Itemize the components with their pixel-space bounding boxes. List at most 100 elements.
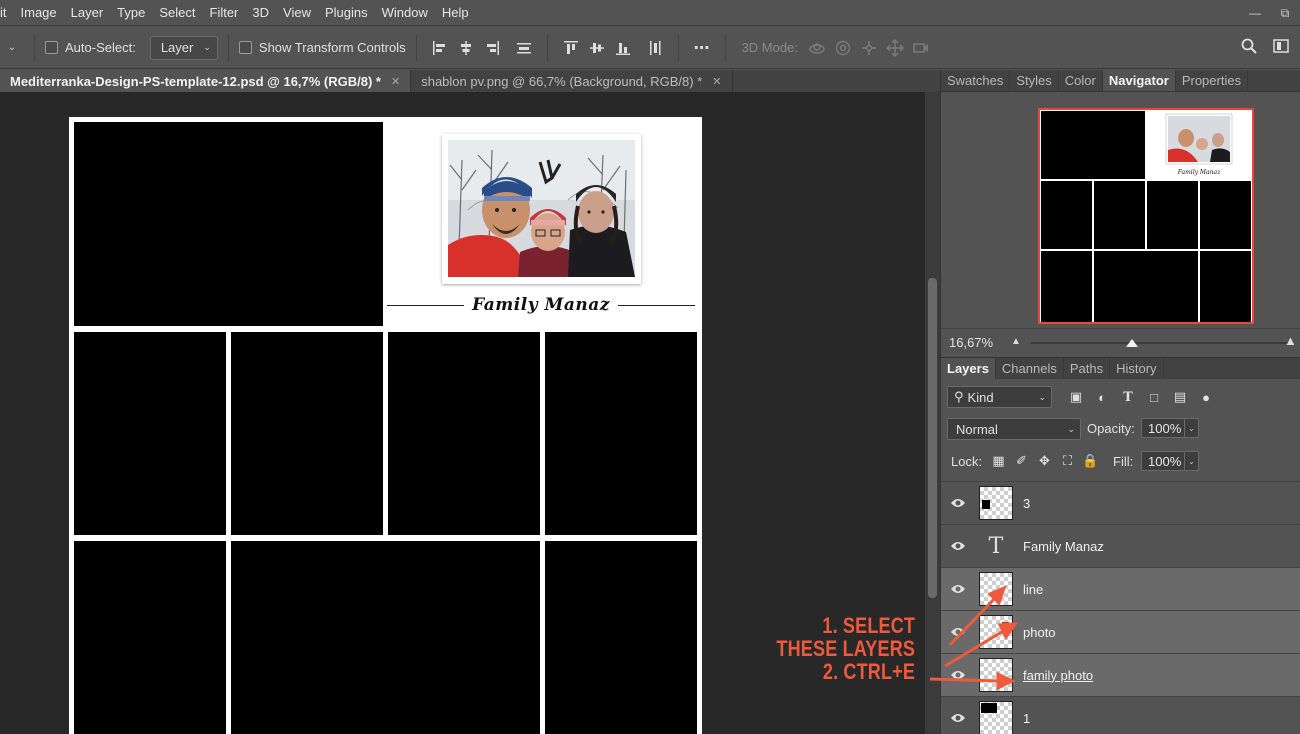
show-transform-checkbox[interactable] [238,41,252,54]
layer-name[interactable]: photo [1023,625,1056,640]
minimize-icon[interactable]: — [1240,0,1270,26]
visibility-eye-icon[interactable] [941,497,975,509]
workspace-icon[interactable] [1268,33,1294,59]
visibility-eye-icon[interactable] [941,583,975,595]
tab-properties[interactable]: Properties [1176,70,1249,91]
chevron-down-icon[interactable]: ⌄ [1185,418,1199,438]
layer-name[interactable]: Family Manaz [1023,539,1104,554]
menu-plugins[interactable]: Plugins [319,0,376,26]
restore-icon[interactable]: ⧉ [1270,0,1300,26]
more-options-icon[interactable]: ⋯ [689,35,715,61]
zoom-in-icon[interactable]: ▲ [1284,333,1297,348]
align-center-h-icon[interactable] [453,35,479,61]
layer-row-family-manaz[interactable]: T Family Manaz [941,524,1300,567]
layer-name[interactable]: line [1023,582,1043,597]
menu-view[interactable]: View [277,0,319,26]
tab-paths[interactable]: Paths [1064,358,1111,379]
menu-help[interactable]: Help [436,0,477,26]
tab-layers[interactable]: Layers [941,358,996,379]
zoom-value[interactable]: 16,67% [949,335,993,350]
align-top-icon[interactable] [558,35,584,61]
filter-shape-icon[interactable]: □ [1141,386,1167,408]
lock-artboard-icon[interactable]: ⛶ [1056,451,1079,471]
layer-row-photo[interactable]: photo [941,610,1300,653]
3d-slide-icon[interactable] [882,35,908,61]
layer-row-line[interactable]: line [941,567,1300,610]
scrollbar-thumb[interactable] [928,278,937,598]
auto-select-target-dropdown[interactable]: Layer ⌄ [149,35,218,60]
instruction-annotation: 1. SELECT THESE LAYERS 2. CTRL+E [776,614,915,683]
fill-input[interactable]: 100% [1141,451,1185,471]
layer-thumbnail [979,486,1013,520]
close-icon[interactable]: ✕ [391,75,400,88]
menu-3d[interactable]: 3D [246,0,277,26]
layer-row-1[interactable]: 1 [941,696,1300,734]
layer-row-3[interactable]: 3 [941,481,1300,524]
lock-image-pixels-icon[interactable]: ✐ [1010,451,1033,471]
doc-tab-template[interactable]: Mediterranka-Design-PS-template-12.psd @… [0,70,412,92]
distribute-horizontal-icon[interactable] [642,35,668,61]
menu-layer[interactable]: Layer [65,0,112,26]
tab-swatches[interactable]: Swatches [941,70,1011,91]
blend-mode-value: Normal [956,421,998,437]
filter-adjustment-icon[interactable]: ◐ [1089,386,1115,408]
zoom-out-icon[interactable]: ▲ [1011,336,1021,347]
close-icon[interactable]: ✕ [712,75,721,88]
auto-select-label: Auto-Select: [65,40,136,55]
lock-label: Lock: [951,454,983,469]
tab-history[interactable]: History [1110,358,1164,379]
svg-text:Family Manaz: Family Manaz [1177,169,1221,176]
3d-video-camera-icon[interactable] [908,35,934,61]
menu-type[interactable]: Type [111,0,153,26]
zoom-slider-handle[interactable] [1126,339,1138,347]
doc-tab-shablon[interactable]: shablon pv.png @ 66,7% (Background, RGB/… [411,70,733,92]
filter-smart-object-icon[interactable]: ▤ [1167,386,1193,408]
visibility-eye-icon[interactable] [941,626,975,638]
tab-styles[interactable]: Styles [1010,70,1059,91]
layer-name[interactable]: 1 [1023,711,1030,726]
lock-all-icon[interactable]: 🔒 [1079,451,1102,471]
menu-select[interactable]: Select [153,0,203,26]
layer-filter-kind-dropdown[interactable]: ⚲ Kind ⌄ [947,386,1052,408]
auto-select-checkbox[interactable] [45,41,58,54]
3d-roll-icon[interactable] [830,35,856,61]
visibility-eye-icon[interactable] [941,712,975,724]
navigator-preview[interactable]: Family Manaz [1038,108,1254,324]
visibility-eye-icon[interactable] [941,669,975,681]
blend-mode-dropdown[interactable]: Normal ⌄ [947,418,1081,440]
tab-color[interactable]: Color [1059,70,1103,91]
menu-filter[interactable]: Filter [204,0,247,26]
menu-window[interactable]: Window [376,0,436,26]
zoom-slider[interactable] [1031,342,1293,344]
filter-pixel-icon[interactable]: ▣ [1063,386,1089,408]
search-icon[interactable] [1236,33,1262,59]
3d-pan-icon[interactable] [856,35,882,61]
opacity-input[interactable]: 100% [1141,418,1185,438]
align-right-icon[interactable] [479,35,505,61]
fill-label: Fill: [1113,454,1134,469]
tab-navigator[interactable]: Navigator [1102,70,1176,91]
tool-preset-chevron-icon[interactable]: ⌄ [0,42,24,53]
lock-transparent-pixels-icon[interactable]: ▦ [987,451,1010,471]
visibility-eye-icon[interactable] [941,540,975,552]
annotation-line-1: 1. SELECT [822,613,915,638]
menu-image[interactable]: Image [15,0,65,26]
layer-thumbnail [979,572,1013,606]
layer-name[interactable]: 3 [1023,496,1030,511]
align-left-icon[interactable] [427,35,453,61]
align-middle-v-icon[interactable] [584,35,610,61]
menu-edit[interactable]: it [0,0,15,26]
canvas-vertical-scrollbar[interactable] [925,92,940,734]
chevron-down-icon[interactable]: ⌄ [1185,451,1199,471]
filter-toggle-icon[interactable]: ● [1193,386,1219,408]
align-bottom-icon[interactable] [610,35,636,61]
layer-row-family-photo[interactable]: family photo [941,653,1300,696]
filter-type-icon[interactable]: T [1115,386,1141,408]
layer-thumbnail [979,615,1013,649]
layer-filter-kind-value: Kind [967,389,994,405]
lock-position-icon[interactable]: ✥ [1033,451,1056,471]
layer-name[interactable]: family photo [1023,668,1093,683]
3d-orbit-icon[interactable] [804,35,830,61]
tab-channels[interactable]: Channels [996,358,1064,379]
distribute-vertical-icon[interactable] [511,35,537,61]
